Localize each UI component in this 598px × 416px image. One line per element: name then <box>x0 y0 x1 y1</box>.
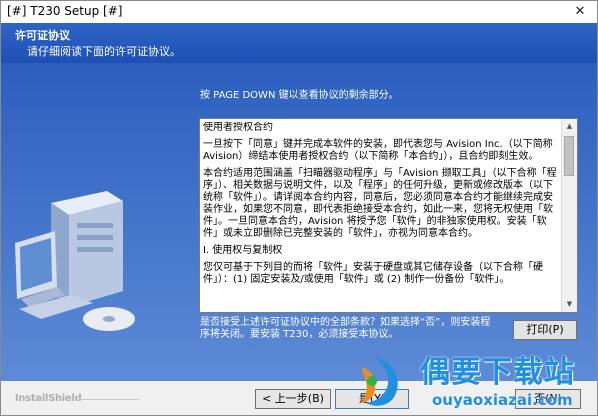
license-paragraph: 您仅可基于下列目的而将「软件」安装于硬盘或其它储存设备（以下合称「硬件」）：(1… <box>203 262 543 285</box>
title-bar: [#] T230 Setup [#] ✕ <box>1 1 597 23</box>
license-paragraph: I. 使用权与复制权 <box>203 245 283 256</box>
computer-illustration-icon <box>15 191 135 331</box>
print-button[interactable]: 打印(P) <box>513 320 577 340</box>
instruction-text: 按 PAGE DOWN 键以查看协议的剩余部分。 <box>200 90 399 101</box>
scroll-down-arrow-icon[interactable]: ▼ <box>562 297 577 312</box>
site-watermark: 偶要下载站 ouyaoxiazai.com <box>350 345 598 416</box>
installshield-logo: InstallShield <box>15 393 82 404</box>
back-button[interactable]: < 上一步(B) <box>255 389 331 409</box>
footer-divider <box>79 399 139 400</box>
close-button[interactable]: ✕ <box>563 1 597 23</box>
page-header: 许可证协议 请仔细阅读下面的许可证协议。 <box>1 23 597 63</box>
scroll-up-arrow-icon[interactable]: ▲ <box>562 119 577 134</box>
watermark-logo-icon <box>360 357 398 406</box>
watermark-domain-text: ouyaoxiazai.com <box>432 391 573 409</box>
page-subtitle: 请仔细阅读下面的许可证协议。 <box>27 45 181 58</box>
license-text-area[interactable]: 使用者授权合约 一旦按下「同意」键并完成本软件的安装，即代表您与 Avision… <box>199 118 578 313</box>
license-paragraph: 一旦按下「同意」键并完成本软件的安装，即代表您与 Avision Inc.（以下… <box>203 139 553 162</box>
license-paragraph: 使用者授权合约 <box>203 122 273 133</box>
page-title: 许可证协议 <box>15 29 70 42</box>
scrollbar-thumb[interactable] <box>564 136 574 176</box>
license-scrollbar[interactable]: ▲ ▼ <box>561 119 577 312</box>
window-title: [#] T230 Setup [#] <box>7 4 123 18</box>
license-text: 使用者授权合约 一旦按下「同意」键并完成本软件的安装，即代表您与 Avision… <box>203 122 559 309</box>
watermark-chinese-text: 偶要下载站 <box>420 355 575 390</box>
accept-question-text: 是否接受上述许可证协议中的全部条款？如果选择“否”，则安装程序将关闭。要安装 T… <box>200 317 491 340</box>
license-paragraph: 本合约适用范围涵盖「扫瞄器驱动程序」与「Avision 撷取工具」（以下合称「程… <box>203 168 557 239</box>
main-panel: 按 PAGE DOWN 键以查看协议的剩余部分。 使用者授权合约 一旦按下「同意… <box>1 63 597 381</box>
